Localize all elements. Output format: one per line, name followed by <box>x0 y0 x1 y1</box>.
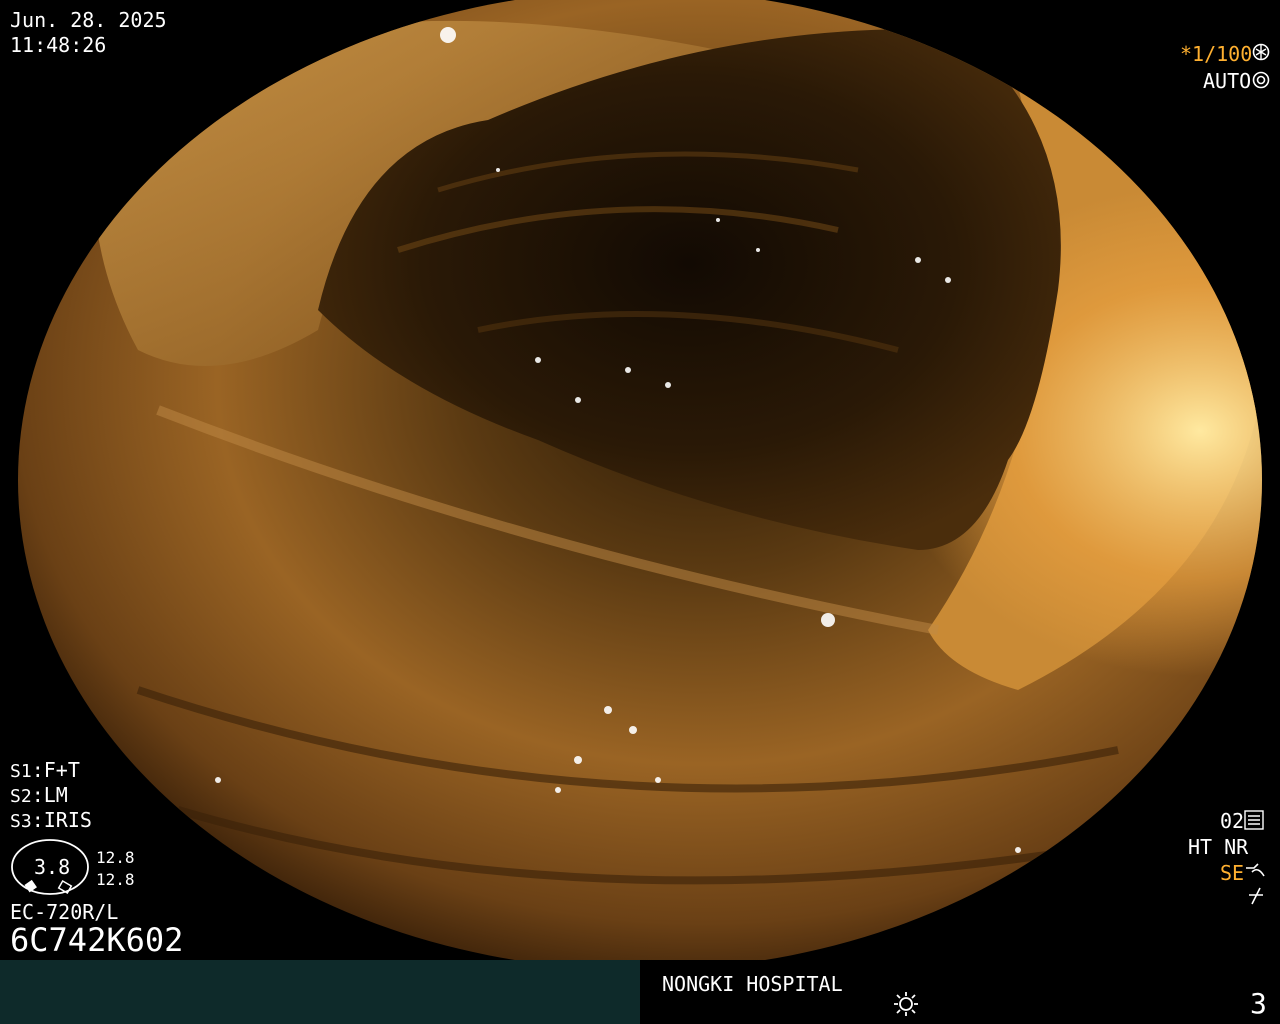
exposure-mode: AUTO <box>1203 69 1252 93</box>
switch-1: S1:F+T <box>10 758 80 782</box>
shutter-icon <box>1252 43 1270 64</box>
switch-2: S2:LM <box>10 783 68 807</box>
edge-enhance-icon <box>1244 862 1266 885</box>
endoscopic-view <box>18 0 1262 970</box>
switch-2-key: S2 <box>10 786 32 807</box>
se-status: SE <box>1220 861 1245 885</box>
scope-model: EC-720R/L <box>10 900 119 924</box>
hospital-name: NONGKI HOSPITAL <box>662 972 843 996</box>
mode-number: 02 <box>1220 809 1245 833</box>
not-equal-icon <box>1246 886 1266 909</box>
sun-icon <box>892 990 920 1021</box>
switch-3: S3:IRIS <box>10 808 92 832</box>
switch-3-value: IRIS <box>43 808 92 832</box>
gauge-lower-value: 12.8 <box>96 870 135 889</box>
time: 11:48:26 <box>10 33 107 57</box>
switch-1-key: S1 <box>10 761 32 782</box>
settings-icon <box>1244 810 1264 833</box>
endoscopic-image <box>18 0 1262 970</box>
scope-serial: 6C742K602 <box>10 921 184 959</box>
gauge-upper-value: 12.8 <box>96 848 135 867</box>
shutter-speed: *1/100 <box>1180 44 1252 64</box>
pressure-gauge: 3.8 <box>10 838 92 898</box>
switch-2-value: LM <box>43 783 68 807</box>
ht-nr-status: HT NR <box>1188 835 1249 859</box>
switch-3-key: S3 <box>10 811 32 832</box>
shutter-value: *1/100 <box>1180 42 1253 66</box>
switch-1-value: F+T <box>43 758 80 782</box>
gauge-center-value: 3.8 <box>34 855 71 879</box>
date: Jun. 28. 2025 <box>10 8 167 32</box>
iris-icon <box>1252 71 1270 92</box>
page-number: 3 <box>1250 987 1267 1020</box>
